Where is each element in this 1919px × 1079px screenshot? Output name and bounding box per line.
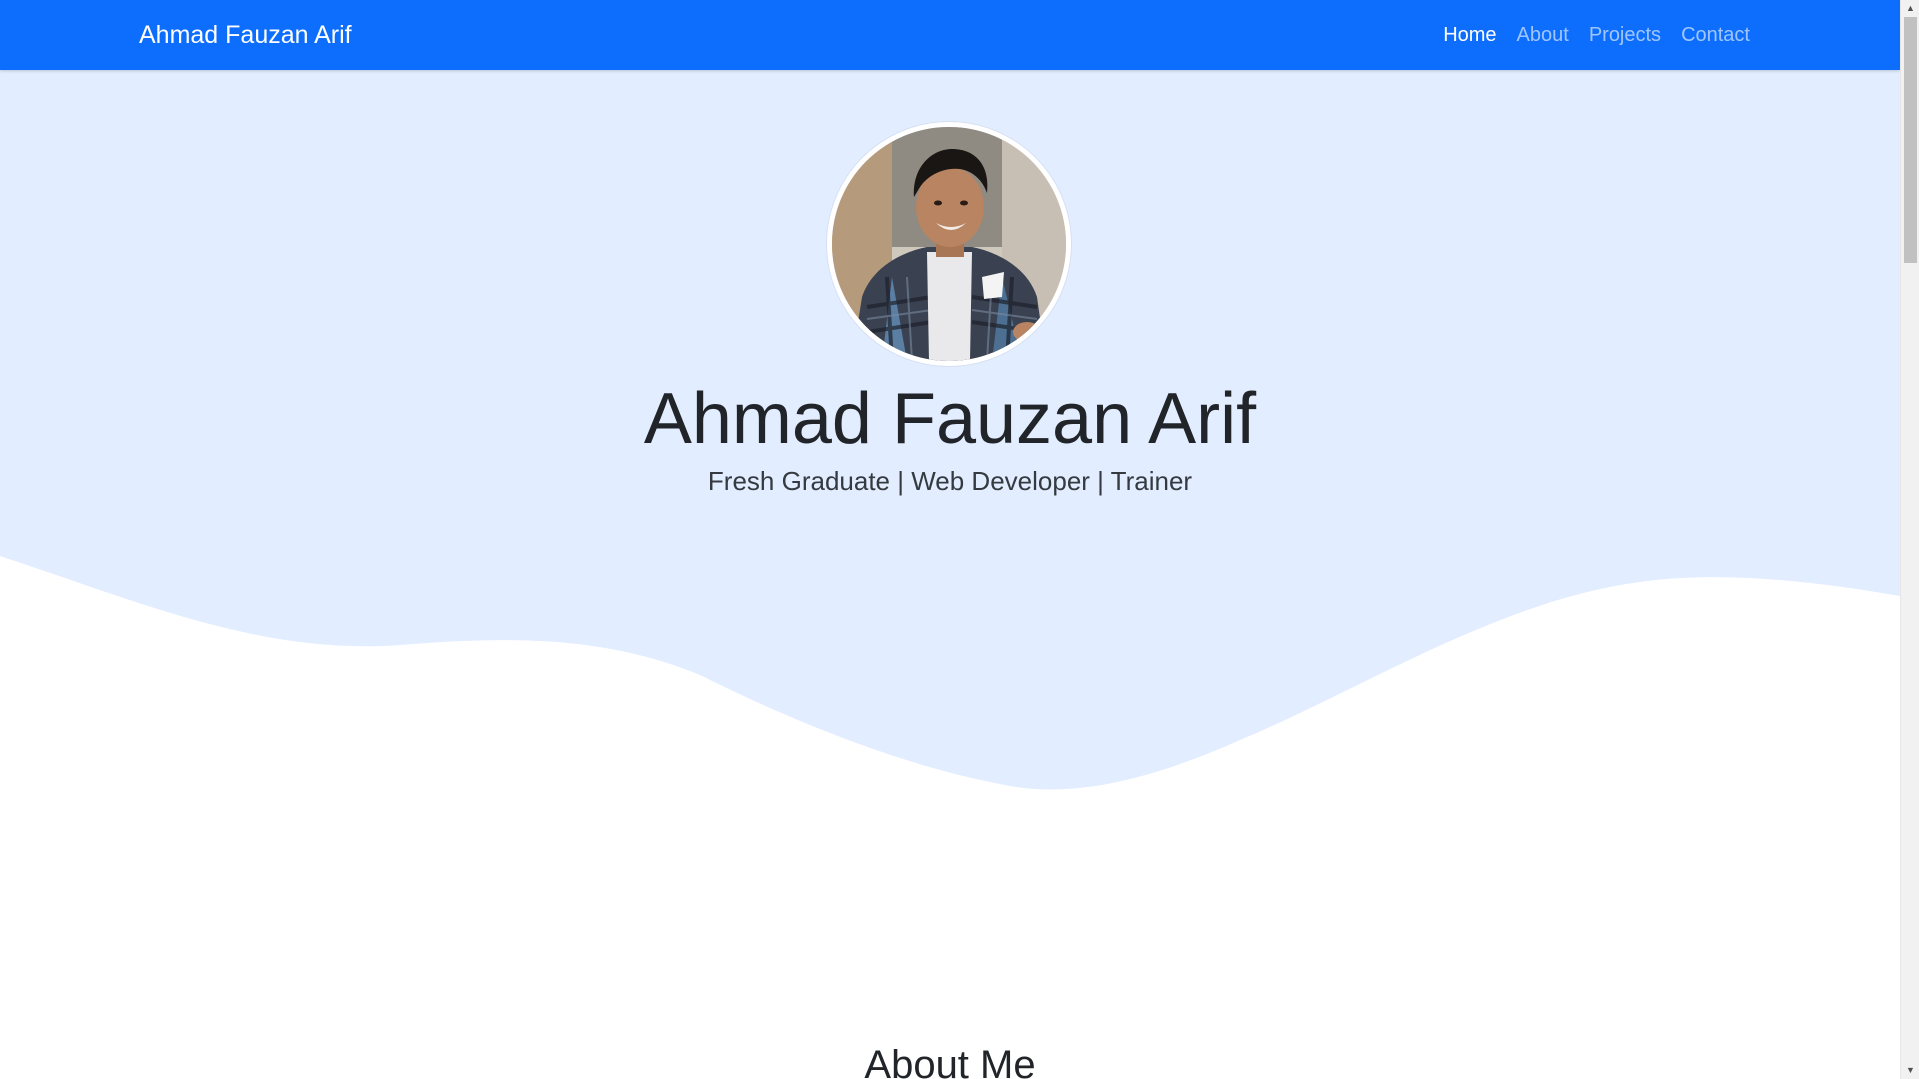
nav-link-contact[interactable]: Contact — [1681, 22, 1750, 48]
scroll-up-arrow-icon[interactable]: ▲ — [1901, 0, 1919, 17]
vertical-scrollbar[interactable]: ▲ ▼ — [1900, 0, 1919, 1079]
nav-links: Home About Projects Contact — [1443, 22, 1750, 48]
nav-link-projects[interactable]: Projects — [1589, 22, 1661, 48]
scrollbar-thumb[interactable] — [1904, 17, 1917, 263]
scroll-down-arrow-icon[interactable]: ▼ — [1901, 1062, 1919, 1079]
nav-link-about[interactable]: About — [1517, 22, 1569, 48]
profile-photo-avatar — [827, 122, 1071, 366]
hero-section: Ahmad Fauzan Arif Fresh Graduate | Web D… — [0, 70, 1900, 800]
about-section-heading: About Me — [864, 1043, 1036, 1079]
profile-photo-image — [832, 127, 1066, 361]
top-navbar: Ahmad Fauzan Arif Home About Projects Co… — [0, 0, 1900, 70]
nav-link-home[interactable]: Home — [1443, 22, 1496, 48]
page-viewport: Ahmad Fauzan Arif Home About Projects Co… — [0, 0, 1900, 1079]
navbar-brand[interactable]: Ahmad Fauzan Arif — [139, 20, 352, 50]
hero-subtitle: Fresh Graduate | Web Developer | Trainer — [707, 466, 1193, 496]
hero-title: Ahmad Fauzan Arif — [643, 379, 1257, 459]
